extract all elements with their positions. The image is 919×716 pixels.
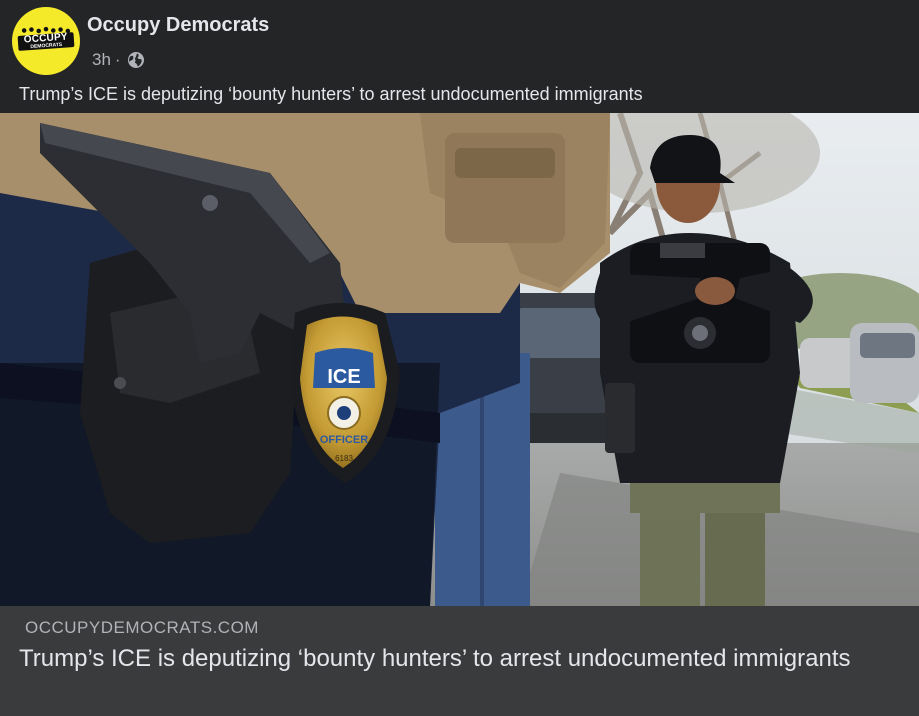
link-domain: OCCUPYDEMOCRATS.COM [25,618,259,637]
page-avatar[interactable]: OCCUPY DEMOCRATS [12,7,80,75]
link-preview-image[interactable]: ICE OFFICER 6183 [0,113,919,606]
photo-illustration: ICE OFFICER 6183 [0,113,919,606]
badge-officer-text: OFFICER [320,434,368,446]
facebook-post: OCCUPY DEMOCRATS Occupy Democrats 3h · T… [0,0,919,716]
page-name-link[interactable]: Occupy Democrats [87,13,269,37]
link-title[interactable]: Trump’s ICE is deputizing ‘bounty hunter… [19,643,899,674]
post-meta: 3h · [92,50,145,70]
badge-ice-text: ICE [327,366,360,388]
logo-banner: OCCUPY DEMOCRATS [17,31,75,51]
post-timestamp[interactable]: 3h [92,50,111,70]
globe-icon[interactable] [127,51,145,69]
badge-number: 6183 [335,454,353,463]
post-caption: Trump’s ICE is deputizing ‘bounty hunter… [19,84,643,104]
meta-separator: · [114,50,121,69]
link-preview-card[interactable]: OCCUPYDEMOCRATS.COM Trump’s ICE is deput… [0,606,919,716]
